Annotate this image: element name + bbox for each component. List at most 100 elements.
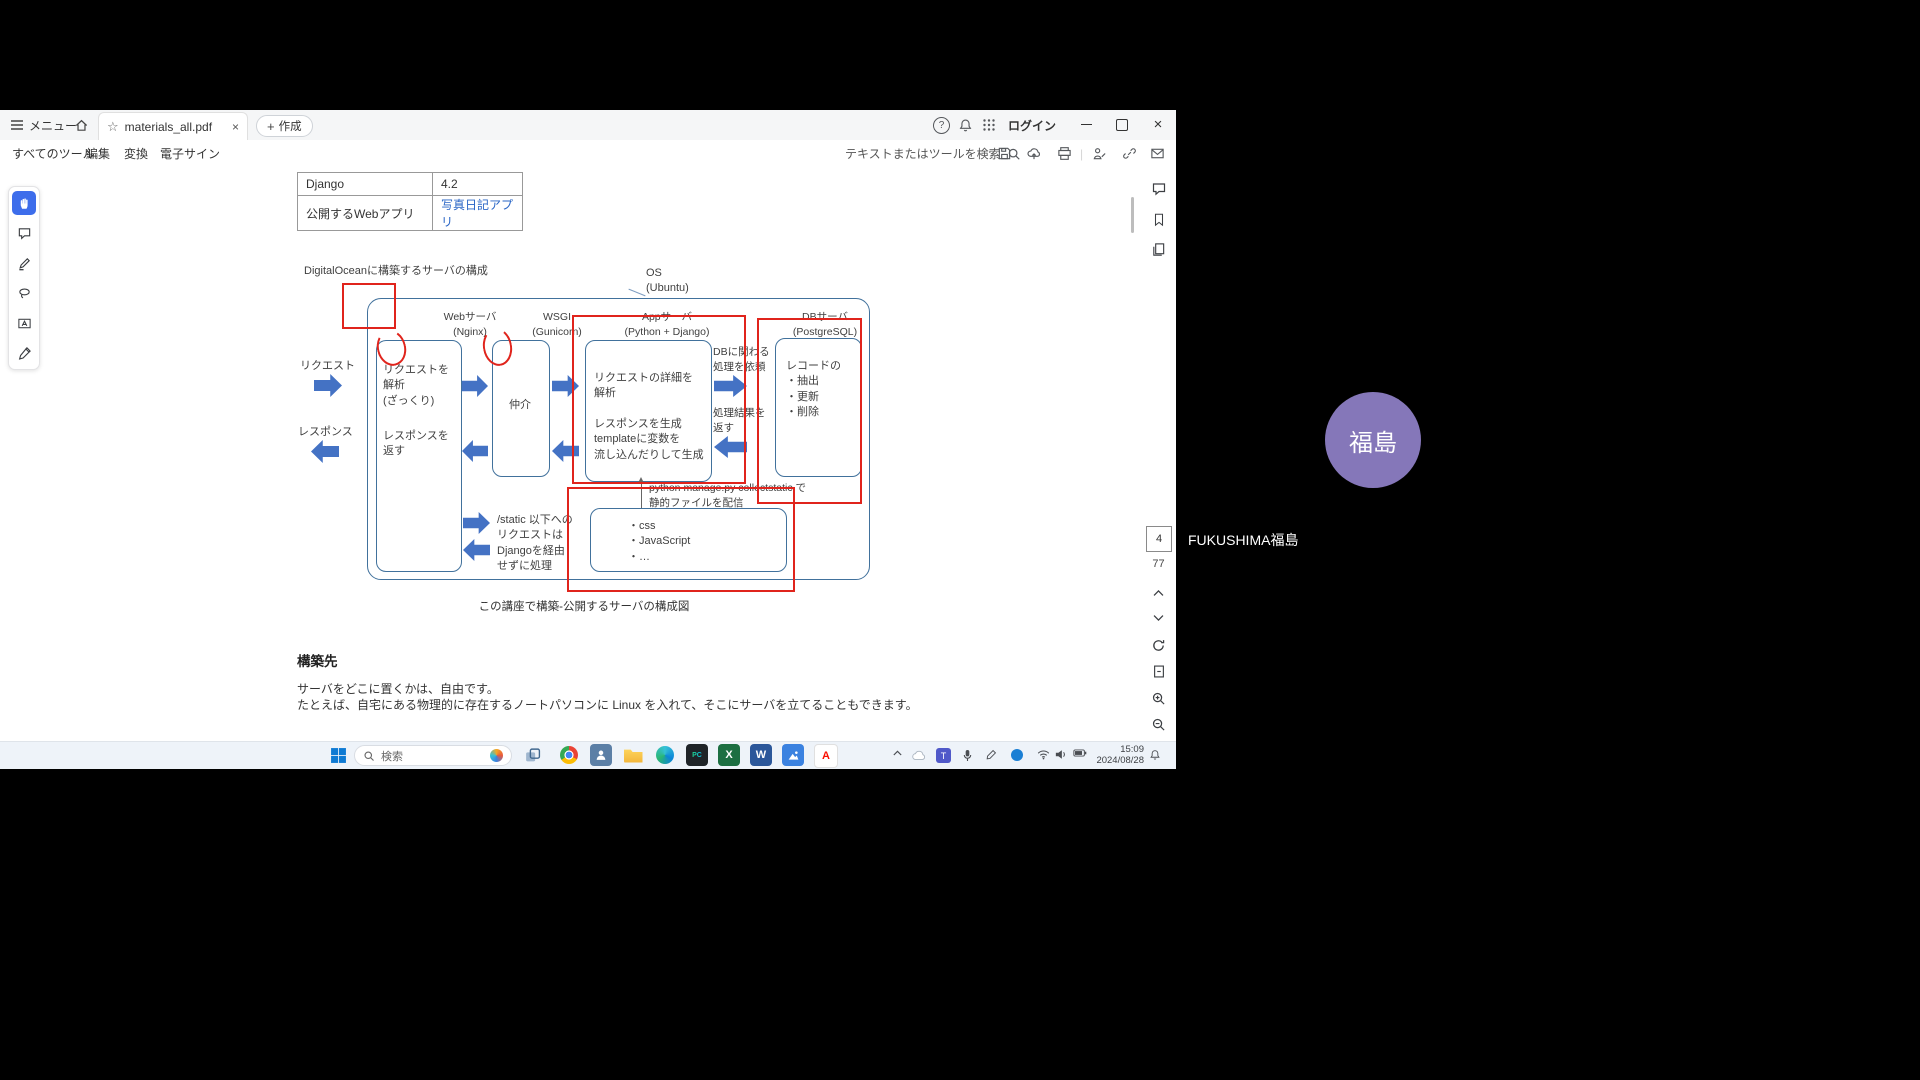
fit-page-button[interactable] [1146, 660, 1171, 682]
comments-panel-icon [1151, 181, 1167, 197]
print-icon [1057, 146, 1072, 161]
request-signature-button[interactable] [1090, 140, 1108, 167]
mail-button[interactable] [1148, 140, 1166, 167]
speaker-icon [1055, 749, 1067, 760]
meeting-side-panel: 福島 FUKUSHIMA福島 [1176, 0, 1920, 1080]
hand-tool-button[interactable] [12, 191, 36, 215]
chrome-icon[interactable] [558, 744, 580, 766]
menu-button[interactable]: メニュー [10, 110, 77, 140]
mail-icon [1150, 146, 1165, 161]
bookmarks-panel-button[interactable] [1146, 208, 1171, 230]
current-page-input[interactable]: 4 [1146, 526, 1172, 552]
help-button[interactable]: ? [933, 110, 950, 140]
text-box-icon [17, 316, 32, 331]
pycharm-icon[interactable]: PC [686, 744, 708, 766]
save-button[interactable] [995, 140, 1013, 167]
tray-show-hidden-button[interactable] [890, 749, 904, 757]
task-view-button[interactable] [524, 747, 541, 764]
teams-tray-icon[interactable]: T [936, 748, 951, 763]
all-tools-label: すべてのツール [12, 145, 95, 162]
acrobat-icon[interactable]: A [814, 744, 838, 768]
table-cell-key: 公開するWebアプリ [298, 196, 433, 231]
tab-close-icon[interactable]: × [232, 120, 239, 134]
pdf-viewer: Django 4.2 公開するWebアプリ 写真日記アプリ DigitalOce… [0, 168, 1176, 741]
person-glyph [594, 748, 608, 762]
previous-page-button[interactable] [1146, 582, 1171, 604]
text-box-tool-button[interactable] [12, 311, 36, 335]
table-cell-link[interactable]: 写真日記アプリ [433, 196, 523, 231]
camera-app-icon[interactable] [590, 744, 612, 766]
highlighter-icon [17, 256, 32, 271]
fill-sign-tool-button[interactable] [12, 341, 36, 365]
rotate-page-button[interactable] [1146, 634, 1171, 656]
draw-tool-button[interactable] [12, 281, 36, 305]
maximize-button[interactable] [1105, 110, 1139, 139]
scrollbar-thumb[interactable] [1131, 197, 1134, 233]
notification-center-button[interactable] [1148, 749, 1162, 761]
acrobat-a-glyph: A [822, 750, 830, 762]
pen-tray-icon[interactable] [984, 749, 998, 760]
convert-label: 変換 [124, 145, 148, 162]
wifi-tray-icon[interactable] [1036, 749, 1050, 760]
photos-app-icon[interactable] [782, 744, 804, 766]
word-icon[interactable]: W [750, 744, 772, 766]
print-button[interactable] [1055, 140, 1073, 167]
apps-grid-button[interactable] [982, 110, 996, 140]
volume-tray-icon[interactable] [1054, 749, 1068, 760]
edit-menu[interactable]: 編集 [86, 140, 110, 167]
minimize-button[interactable] [1069, 110, 1103, 139]
lasso-loop-icon [17, 286, 32, 301]
total-pages-label: 77 [1146, 558, 1171, 570]
menu-label: メニュー [29, 117, 77, 134]
start-button[interactable] [330, 747, 347, 764]
pen-icon [986, 749, 997, 760]
edge-icon[interactable] [654, 744, 676, 766]
esign-menu[interactable]: 電子サイン [160, 140, 220, 167]
onedrive-tray-icon[interactable] [1010, 749, 1024, 761]
request-label: リクエスト [300, 359, 355, 374]
next-page-button[interactable] [1146, 607, 1171, 629]
excel-x-glyph: X [725, 749, 732, 761]
taskbar-search-box[interactable]: 検索 [354, 745, 512, 766]
blue-circle-icon [1011, 749, 1023, 761]
zoom-out-button[interactable] [1146, 713, 1171, 735]
comment-tool-button[interactable] [12, 221, 36, 245]
red-annotation-rect-db [757, 318, 862, 504]
search-label: テキストまたはツールを検索 [845, 145, 1001, 162]
excel-icon[interactable]: X [718, 744, 740, 766]
apps-grid-icon [982, 118, 996, 132]
person-sign-icon [1092, 146, 1107, 161]
pages-panel-button[interactable] [1146, 238, 1171, 260]
os-label: OS (Ubuntu) [646, 266, 689, 297]
file-explorer-icon[interactable] [622, 744, 644, 766]
notifications-button[interactable] [958, 110, 973, 140]
comment-icon [17, 226, 32, 241]
refresh-icon [1151, 638, 1166, 653]
battery-tray-icon[interactable] [1072, 749, 1088, 757]
document-tab[interactable]: ☆ materials_all.pdf × [98, 112, 248, 140]
microphone-tray-icon[interactable] [960, 749, 974, 762]
star-icon[interactable]: ☆ [107, 119, 119, 135]
create-button[interactable]: + 作成 [256, 115, 313, 137]
convert-menu[interactable]: 変換 [124, 140, 148, 167]
table-cell-value: 4.2 [433, 173, 523, 196]
highlight-tool-button[interactable] [12, 251, 36, 275]
response-label: レスポンス [298, 425, 353, 440]
zoom-in-button[interactable] [1146, 687, 1171, 709]
login-button[interactable]: ログイン [1008, 110, 1056, 140]
weather-tray-icon[interactable] [910, 749, 928, 761]
esign-label: 電子サイン [160, 145, 220, 162]
close-button[interactable]: × [1141, 110, 1175, 139]
windows-taskbar: 検索 PC X W A T [0, 741, 1176, 769]
comments-panel-button[interactable] [1146, 178, 1171, 200]
all-tools-menu[interactable]: すべてのツール [12, 140, 95, 167]
minimize-icon [1081, 124, 1092, 125]
cloud-upload-button[interactable] [1025, 140, 1043, 167]
link-button[interactable] [1120, 140, 1138, 167]
windows-logo-icon [330, 747, 347, 764]
save-icon [997, 146, 1012, 161]
taskbar-clock[interactable]: 15:09 2024/08/28 [1096, 745, 1144, 767]
tab-title: materials_all.pdf [125, 120, 226, 134]
home-button[interactable] [74, 110, 89, 140]
spec-table: Django 4.2 公開するWebアプリ 写真日記アプリ [297, 172, 523, 231]
